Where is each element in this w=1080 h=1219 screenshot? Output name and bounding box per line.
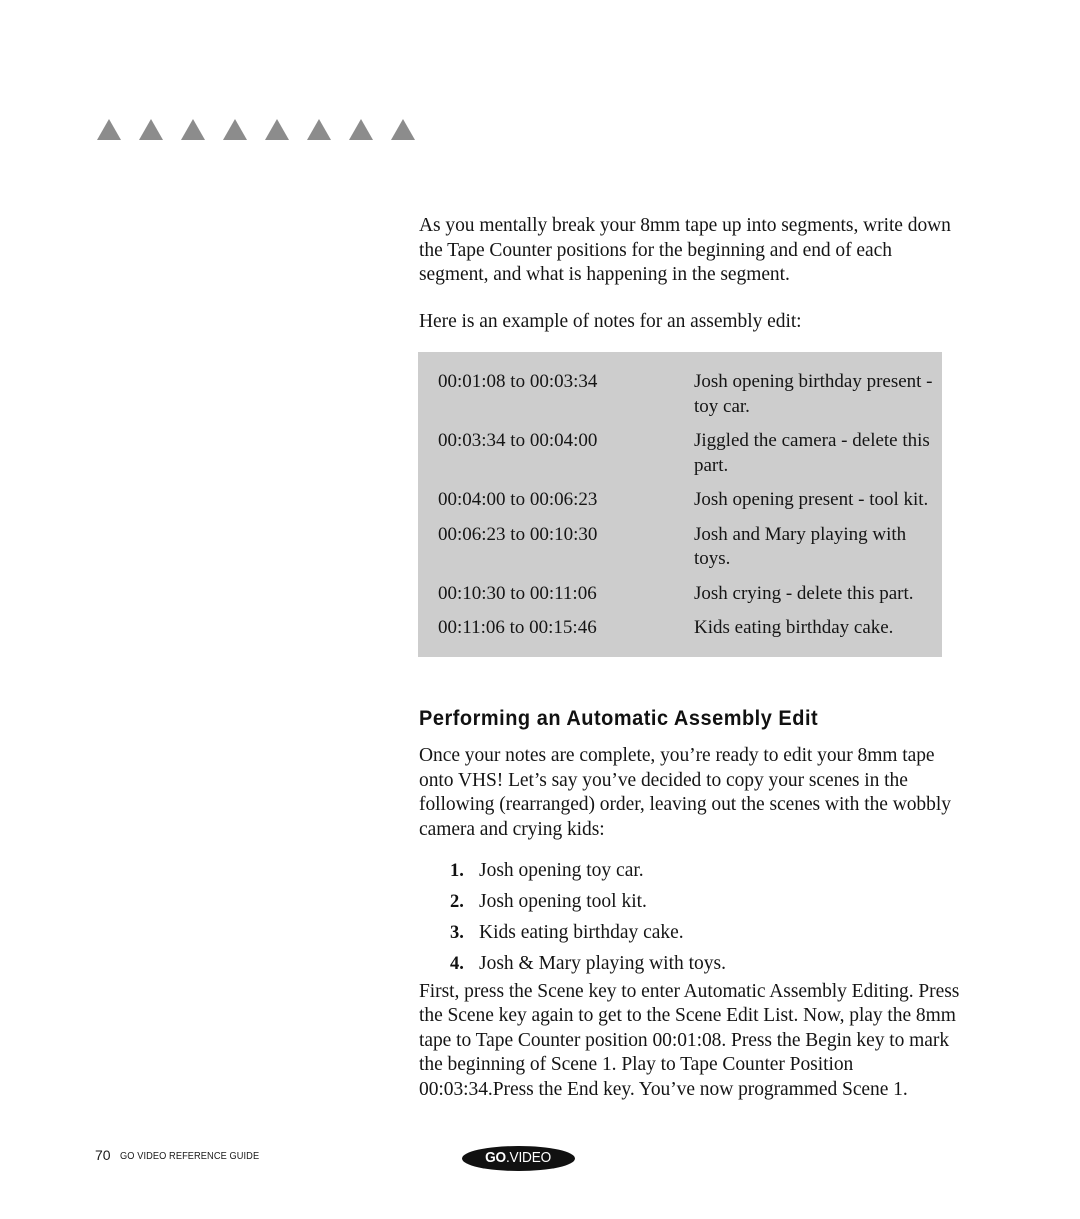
table-row: 00:03:34 to 00:04:00 Jiggled the camera -… xyxy=(418,429,942,478)
segment-description: Jiggled the camera - delete this part. xyxy=(694,430,930,476)
tape-counter-range: 00:04:00 to 00:06:23 xyxy=(438,489,598,510)
example-notes-table: 00:01:08 to 00:03:34 Josh opening birthda… xyxy=(418,352,942,657)
triangle-icon xyxy=(139,119,163,140)
list-item: 4. Josh & Mary playing with toys. xyxy=(419,949,967,980)
triangle-icon xyxy=(391,119,415,140)
scene-order-list: 1. Josh opening toy car. 2. Josh opening to… xyxy=(419,856,967,979)
segment-description: Josh and Mary playing with toys. xyxy=(694,523,907,570)
triangle-icon xyxy=(223,119,247,140)
tape-counter-range: 00:01:08 to 00:03:34 xyxy=(438,371,598,392)
tape-counter-range: 00:06:23 to 00:10:30 xyxy=(438,523,598,545)
intro-paragraph-2: Here is an example of notes for an assem… xyxy=(419,310,802,332)
triangle-ornament-row xyxy=(97,119,415,140)
segment-description: Josh crying - delete this part. xyxy=(694,582,914,604)
intro-text-block: As you mentally break your 8mm tape up i… xyxy=(419,214,965,334)
section-intro-paragraph: Once your notes are complete, you’re rea… xyxy=(419,745,951,840)
table-row: 00:01:08 to 00:03:34 Josh opening birthda… xyxy=(418,370,942,419)
section-body-block: Once your notes are complete, you’re rea… xyxy=(419,744,967,1103)
logo-video-text: .VIDEO xyxy=(506,1150,552,1167)
tape-counter-range: 00:03:34 to 00:04:00 xyxy=(438,430,598,451)
triangle-icon xyxy=(97,119,121,140)
segment-description: Kids eating birthday cake. xyxy=(694,617,894,638)
table-row: 00:06:23 to 00:10:30 Josh and Mary playin… xyxy=(418,523,942,572)
list-item: 3. Kids eating birthday cake. xyxy=(419,918,967,949)
page-number: 70 xyxy=(95,1147,111,1163)
list-item-number: 1. xyxy=(450,861,464,882)
logo-wordmark: GO.VIDEO xyxy=(486,1151,552,1166)
list-item-label: Josh opening tool kit. xyxy=(479,891,647,913)
triangle-icon xyxy=(349,119,373,140)
list-item-label: Josh & Mary playing with toys. xyxy=(479,952,726,974)
go-video-logo: GO.VIDEO xyxy=(462,1146,575,1171)
guide-title-label: GO VIDEO REFERENCE GUIDE xyxy=(120,1150,260,1162)
list-item-number: 4. xyxy=(450,953,464,974)
segment-description: Josh opening present - tool kit. xyxy=(694,489,929,510)
table-row: 00:11:06 to 00:15:46 Kids eating birthday… xyxy=(418,616,942,641)
list-item-number: 3. xyxy=(450,922,464,943)
segment-description: Josh opening birthday present - toy car. xyxy=(694,371,933,417)
tape-counter-range: 00:11:06 to 00:15:46 xyxy=(438,617,597,638)
document-page: As you mentally break your 8mm tape up i… xyxy=(0,0,1080,1219)
list-item: 2. Josh opening tool kit. xyxy=(419,887,967,918)
tape-counter-range: 00:10:30 to 00:11:06 xyxy=(438,582,597,604)
page-footer: 70 GO VIDEO REFERENCE GUIDE GO.VIDEO xyxy=(0,1146,1080,1176)
list-item-label: Kids eating birthday cake. xyxy=(479,921,684,943)
logo-go-text: GO xyxy=(485,1150,507,1167)
triangle-icon xyxy=(307,119,331,140)
triangle-icon xyxy=(265,119,289,140)
triangle-icon xyxy=(181,119,205,140)
list-item: 1. Josh opening toy car. xyxy=(419,856,967,887)
section-heading: Performing an Automatic Assembly Edit xyxy=(419,707,819,730)
list-item-label: Josh opening toy car. xyxy=(479,860,644,882)
section-closing-paragraph: First, press the Scene key to enter Auto… xyxy=(419,980,960,1100)
table-row: 00:04:00 to 00:06:23 Josh opening present… xyxy=(418,488,942,513)
table-row: 00:10:30 to 00:11:06 Josh crying - delete… xyxy=(418,582,942,607)
list-item-number: 2. xyxy=(450,892,464,913)
intro-paragraph-1: As you mentally break your 8mm tape up i… xyxy=(419,215,951,286)
